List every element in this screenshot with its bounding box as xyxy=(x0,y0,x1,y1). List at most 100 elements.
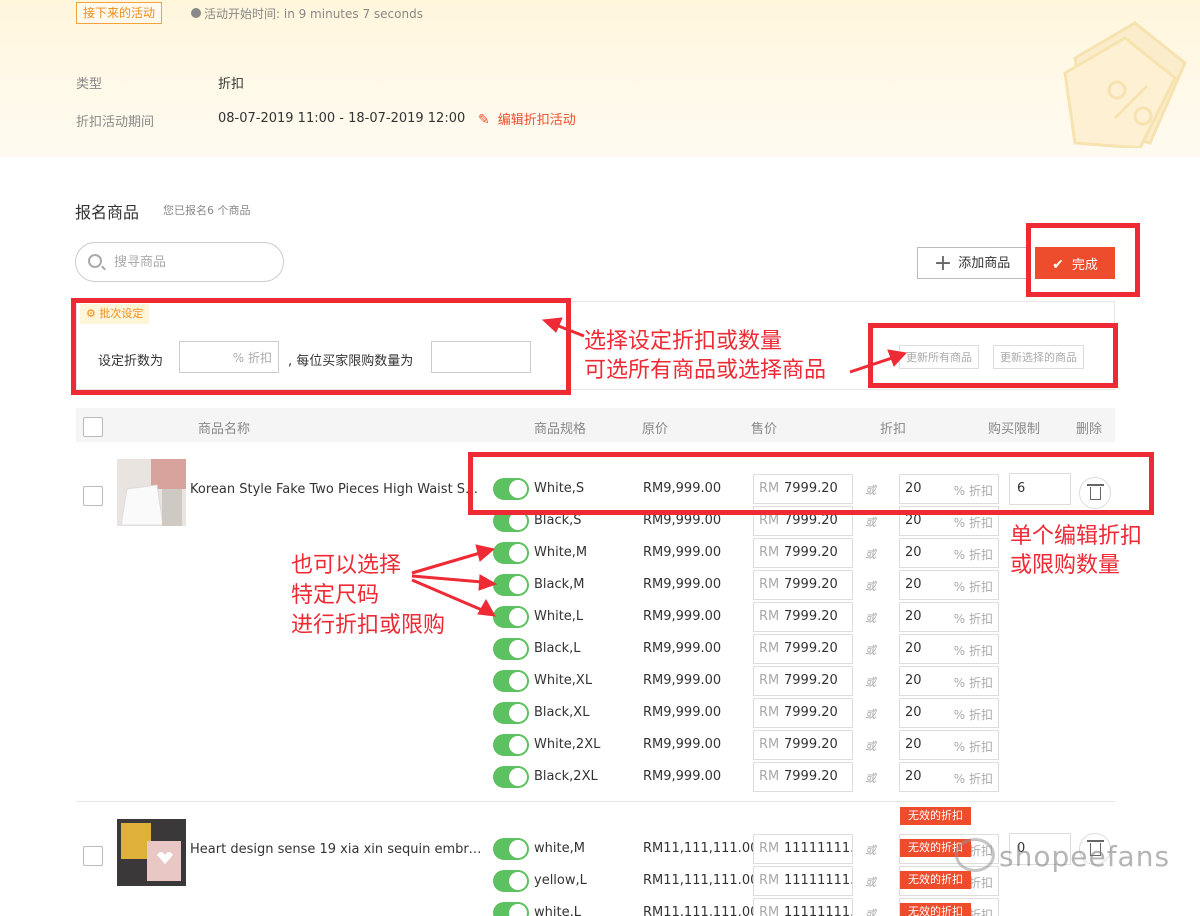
sale-price-value: 7999.20 xyxy=(784,513,838,528)
variant-toggle[interactable] xyxy=(493,638,529,660)
sale-price-value: 7999.20 xyxy=(784,545,838,560)
sale-price-value: 7999.20 xyxy=(784,609,838,624)
sale-price-value: 7999.20 xyxy=(784,705,838,720)
discount-input[interactable]: 20 % 折扣 xyxy=(899,762,999,792)
discount-value: 20 xyxy=(905,673,922,688)
campaign-header xyxy=(0,0,1200,157)
variant-original-price: RM9,999.00 xyxy=(643,641,722,656)
variant-row: Black,XL RM9,999.00 RM 7999.20 或 20 % 折扣 xyxy=(493,697,1013,729)
discount-input[interactable]: 20 % 折扣 xyxy=(899,538,999,568)
sale-price-value: 7999.20 xyxy=(784,577,838,592)
discount-input[interactable]: 20 % 折扣 xyxy=(899,666,999,696)
discount-value: 20 xyxy=(905,641,922,656)
start-countdown: 活动开始时间: in 9 minutes 7 seconds xyxy=(204,7,423,21)
status-badge: 接下来的活动 xyxy=(76,2,163,24)
sale-price-input[interactable]: RM 7999.20 xyxy=(753,762,853,792)
variant-row: White,XL RM9,999.00 RM 7999.20 或 20 % 折扣 xyxy=(493,665,1013,697)
sale-price-input[interactable]: RM 7999.20 xyxy=(753,602,853,632)
sale-price-input[interactable]: RM 7999.20 xyxy=(753,730,853,760)
product-checkbox[interactable] xyxy=(83,486,103,506)
variant-spec: White,XL xyxy=(534,673,593,688)
variant-original-price: RM9,999.00 xyxy=(643,705,722,720)
search-icon xyxy=(88,254,102,268)
variant-original-price: RM11,111,111.00 xyxy=(643,841,759,856)
currency-label: RM xyxy=(759,673,780,688)
discount-value: 20 xyxy=(905,545,922,560)
variant-row: White,M RM9,999.00 RM 7999.20 或 20 % 折扣 xyxy=(493,537,1013,569)
discount-unit: % 折扣 xyxy=(953,548,993,562)
section-title: 报名商品 xyxy=(75,203,140,222)
edit-discount-link[interactable]: ✎ 编辑折扣活动 xyxy=(478,109,576,128)
or-label: 或 xyxy=(865,548,876,561)
currency-label: RM xyxy=(759,609,780,624)
discount-input[interactable]: 20 % 折扣 xyxy=(899,730,999,760)
discount-value: 20 xyxy=(905,705,922,720)
product-checkbox[interactable] xyxy=(83,846,103,866)
variant-spec: Black,S xyxy=(534,513,582,528)
variant-toggle[interactable] xyxy=(493,542,529,564)
type-label: 类型 xyxy=(76,77,103,92)
invalid-discount-badge: 无效的折扣 xyxy=(900,871,971,889)
col-original-price: 原价 xyxy=(642,422,669,437)
sale-price-input[interactable]: RM 11111111. xyxy=(753,866,853,896)
variant-spec: Black,XL xyxy=(534,705,590,720)
sale-price-input[interactable]: RM 7999.20 xyxy=(753,538,853,568)
sale-price-input[interactable]: RM 11111111. xyxy=(753,834,853,864)
discount-input[interactable]: 20 % 折扣 xyxy=(899,570,999,600)
sale-price-input[interactable]: RM 7999.20 xyxy=(753,634,853,664)
variant-row: Black,2XL RM9,999.00 RM 7999.20 或 20 % 折扣 xyxy=(493,761,1013,793)
or-label: 或 xyxy=(865,876,876,889)
product-thumbnail xyxy=(117,819,186,886)
variant-toggle[interactable] xyxy=(493,606,529,628)
invalid-discount-badge: 无效的折扣 xyxy=(900,807,971,825)
annotation-size-line3: 进行折扣或限购 xyxy=(291,613,446,638)
variant-row: White,L RM9,999.00 RM 7999.20 或 20 % 折扣 xyxy=(493,601,1013,633)
variant-toggle[interactable] xyxy=(493,902,529,916)
discount-unit: % 折扣 xyxy=(953,708,993,722)
add-product-button[interactable]: + 添加商品 xyxy=(917,247,1027,279)
annotation-batch-line1: 选择设定折扣或数量 xyxy=(584,329,783,354)
variant-toggle[interactable] xyxy=(493,734,529,756)
sale-price-input[interactable]: RM 7999.20 xyxy=(753,570,853,600)
variant-toggle[interactable] xyxy=(493,702,529,724)
variant-toggle[interactable] xyxy=(493,574,529,596)
variant-row: Black,L RM9,999.00 RM 7999.20 或 20 % 折扣 xyxy=(493,633,1013,665)
plus-icon: + xyxy=(933,250,953,276)
sale-price-input[interactable]: RM 7999.20 xyxy=(753,698,853,728)
col-name: 商品名称 xyxy=(198,422,251,437)
or-label: 或 xyxy=(865,740,876,753)
variant-toggle[interactable] xyxy=(493,766,529,788)
variant-toggle[interactable] xyxy=(493,670,529,692)
sale-price-value: 7999.20 xyxy=(784,769,838,784)
sale-price-input[interactable]: RM 7999.20 xyxy=(753,666,853,696)
variant-toggle[interactable] xyxy=(493,870,529,892)
discount-unit: % 折扣 xyxy=(953,772,993,786)
variant-row: White,2XL RM9,999.00 RM 7999.20 或 20 % 折扣 xyxy=(493,729,1013,761)
variant-original-price: RM11,111,111.00 xyxy=(643,905,759,916)
variant-spec: White,M xyxy=(534,545,588,560)
currency-label: RM xyxy=(759,873,780,888)
currency-label: RM xyxy=(759,513,780,528)
discount-value: 20 xyxy=(905,769,922,784)
discount-value: 20 xyxy=(905,513,922,528)
variant-original-price: RM11,111,111.00 xyxy=(643,873,759,888)
col-sale-price: 售价 xyxy=(751,422,778,437)
add-product-label: 添加商品 xyxy=(958,255,1011,271)
variant-toggle[interactable] xyxy=(493,838,529,860)
currency-label: RM xyxy=(759,705,780,720)
watermark: shopeefans xyxy=(955,838,1170,873)
discount-input[interactable]: 20 % 折扣 xyxy=(899,698,999,728)
discount-input[interactable]: 20 % 折扣 xyxy=(899,602,999,632)
annotation-box-row xyxy=(468,452,1154,515)
or-label: 或 xyxy=(865,644,876,657)
or-label: 或 xyxy=(865,580,876,593)
clock-icon xyxy=(191,8,201,18)
search-input[interactable] xyxy=(114,252,274,272)
currency-label: RM xyxy=(759,577,780,592)
sale-price-input[interactable]: RM 11111111. xyxy=(753,898,853,916)
variant-spec: White,2XL xyxy=(534,737,601,752)
discount-unit: % 折扣 xyxy=(953,612,993,626)
select-all-checkbox[interactable] xyxy=(83,417,103,437)
discount-input[interactable]: 20 % 折扣 xyxy=(899,634,999,664)
variant-original-price: RM9,999.00 xyxy=(643,609,722,624)
